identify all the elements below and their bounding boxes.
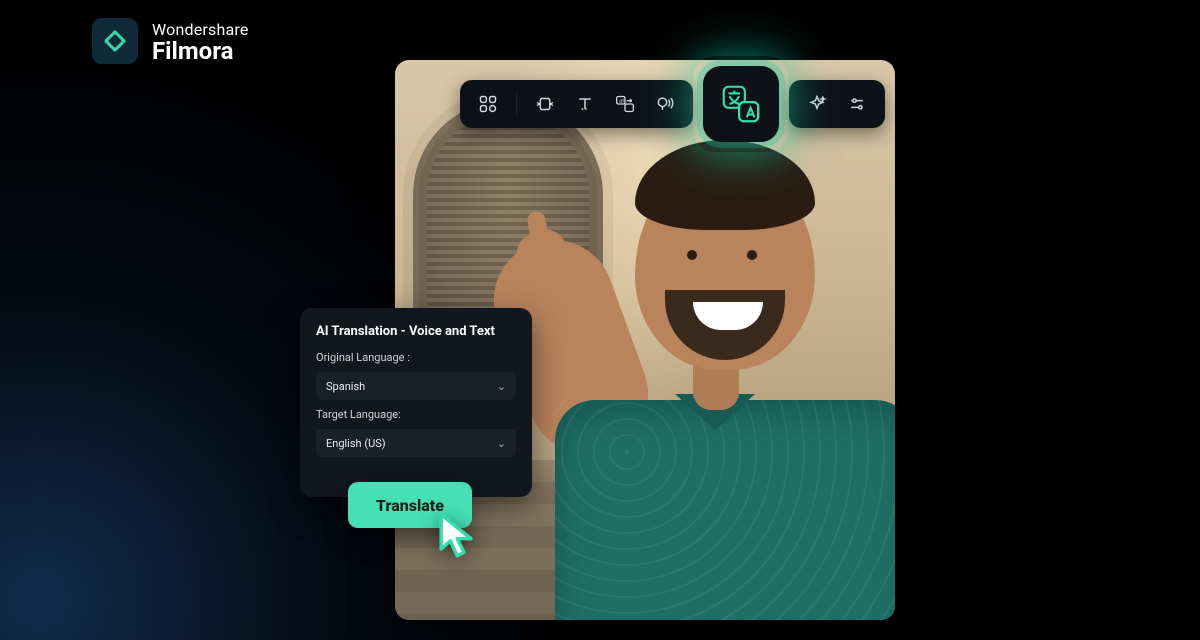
chevron-down-icon: ⌄ xyxy=(497,437,506,450)
target-language-select[interactable]: English (US) ⌄ xyxy=(316,429,516,457)
crop-button[interactable] xyxy=(527,86,563,122)
crop-icon xyxy=(534,94,556,114)
tts-icon xyxy=(655,94,675,114)
translation-panel: AI Translation - Voice and Text Original… xyxy=(300,308,532,497)
original-language-select[interactable]: Spanish ⌄ xyxy=(316,372,516,400)
text-icon xyxy=(575,94,595,114)
apps-icon xyxy=(478,94,498,114)
svg-text:ab: ab xyxy=(619,98,626,104)
tts-button[interactable] xyxy=(647,86,683,122)
text-replace-icon: ab xyxy=(614,94,636,114)
target-language-value: English (US) xyxy=(326,437,386,450)
brand-line1: Wondershare xyxy=(152,20,249,39)
apps-button[interactable] xyxy=(470,86,506,122)
translate-button[interactable] xyxy=(703,66,779,142)
toolbar-right xyxy=(789,80,885,128)
sparkle-button[interactable] xyxy=(799,86,835,122)
brand-line2: Filmora xyxy=(152,39,249,63)
sliders-button[interactable] xyxy=(839,86,875,122)
toolbar-left: ab xyxy=(460,80,693,128)
original-language-label: Original Language : xyxy=(316,351,516,364)
brand-mark-icon xyxy=(102,28,128,54)
brand: Wondershare Filmora xyxy=(92,18,249,64)
brand-badge xyxy=(92,18,138,64)
toolbar-separator xyxy=(516,92,517,116)
translate-icon xyxy=(718,81,764,127)
chevron-down-icon: ⌄ xyxy=(497,380,506,393)
text-button[interactable] xyxy=(567,86,603,122)
text-replace-button[interactable]: ab xyxy=(607,86,643,122)
toolbar: ab xyxy=(460,80,885,128)
brand-text: Wondershare Filmora xyxy=(152,20,249,63)
sparkle-icon xyxy=(807,94,827,114)
original-language-value: Spanish xyxy=(326,380,365,393)
panel-title: AI Translation - Voice and Text xyxy=(316,324,516,339)
cursor-icon xyxy=(432,510,487,565)
target-language-label: Target Language: xyxy=(316,408,516,421)
sliders-icon xyxy=(847,94,867,114)
